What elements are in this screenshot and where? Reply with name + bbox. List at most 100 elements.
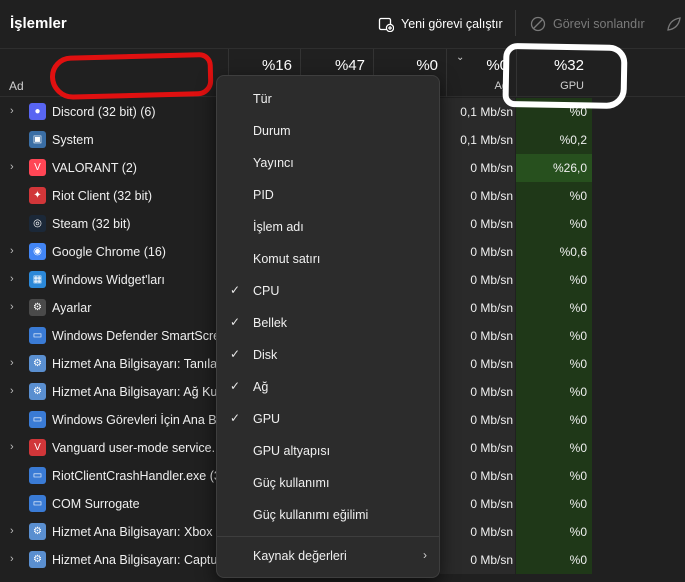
name-column-header[interactable]: Ad (9, 79, 24, 93)
run-new-task-button[interactable]: Yeni görevi çalıştır (378, 12, 503, 36)
chevron-right-icon[interactable]: › (10, 357, 14, 369)
chevron-right-icon: › (423, 548, 427, 562)
process-name: Windows Defender SmartScreen (52, 329, 220, 343)
menu-item-label: Ağ (253, 380, 269, 394)
gpu-usage-cell: %0 (516, 490, 592, 518)
window-icon: ▭ (29, 327, 46, 344)
process-name: Vanguard user-mode service. (52, 441, 216, 455)
menu-item-resource-values[interactable]: Kaynak değerleri › (217, 540, 439, 572)
system-icon: ▣ (29, 131, 46, 148)
chevron-right-icon[interactable]: › (10, 245, 14, 257)
process-name: Discord (32 bit) (6) (52, 105, 156, 119)
gpu-usage-cell: %0 (516, 462, 592, 490)
menu-item[interactable]: ✓ CPU (217, 275, 439, 307)
process-name: RiotClientCrashHandler.exe (3... (52, 469, 220, 483)
memory-total: %47 (334, 57, 365, 74)
menu-item[interactable]: ✓ GPU (217, 403, 439, 435)
chevron-right-icon[interactable]: › (10, 105, 14, 117)
chevron-right-icon[interactable]: › (10, 553, 14, 565)
chevron-right-icon[interactable]: › (10, 301, 14, 313)
process-name: System (52, 133, 94, 147)
process-name: Windows Görevleri İçin Ana Bi... (52, 413, 220, 427)
window-icon: ▭ (29, 467, 46, 484)
menu-item[interactable]: ✓ Bellek (217, 307, 439, 339)
process-name: VALORANT (2) (52, 161, 137, 175)
run-task-icon (378, 17, 394, 32)
gpu-usage-cell: %0 (516, 406, 592, 434)
gpu-usage-cell: %0 (516, 434, 592, 462)
network-usage-cell: 0 Mb/sn (440, 490, 515, 518)
window-icon: ▭ (29, 495, 46, 512)
widgets-icon: ▦ (29, 271, 46, 288)
network-usage-cell: 0 Mb/sn (440, 210, 515, 238)
chevron-right-icon[interactable]: › (10, 441, 14, 453)
gpu-usage-cell: %0 (516, 378, 592, 406)
menu-item[interactable]: Yayıncı (217, 147, 439, 179)
network-usage-cell: 0 Mb/sn (440, 154, 515, 182)
process-name: Riot Client (32 bit) (52, 189, 153, 203)
gpu-usage-cell: %0,6 (516, 238, 592, 266)
chevron-right-icon[interactable]: › (10, 273, 14, 285)
network-usage-cell: 0 Mb/sn (440, 238, 515, 266)
menu-item-label: Güç kullanımı (253, 476, 330, 490)
process-name: Hizmet Ana Bilgisayarı: Ağ Kur... (52, 385, 220, 399)
cpu-total: %16 (261, 57, 292, 74)
network-usage-cell: 0 Mb/sn (440, 518, 515, 546)
menu-item-label: GPU altyapısı (253, 444, 331, 458)
network-usage-cell: 0 Mb/sn (440, 434, 515, 462)
service-gear-icon: ⚙ (29, 523, 46, 540)
gpu-usage-cell: %0 (516, 518, 592, 546)
menu-item[interactable]: İşlem adı (217, 211, 439, 243)
network-usage-cell: 0,1 Mb/sn (440, 126, 515, 154)
process-name: Ayarlar (52, 301, 92, 315)
gpu-usage-cell: %0 (516, 210, 592, 238)
process-name: Google Chrome (16) (52, 245, 166, 259)
process-name: Hizmet Ana Bilgisayarı: Captur... (52, 553, 220, 567)
title-bar: İşlemler Yeni görevi çalıştır Görevi son… (0, 0, 685, 48)
menu-item[interactable]: Güç kullanımı (217, 467, 439, 499)
menu-item[interactable]: Tür (217, 83, 439, 115)
menu-item-label: Bellek (253, 316, 288, 330)
chevron-right-icon[interactable]: › (10, 385, 14, 397)
menu-item[interactable]: PID (217, 179, 439, 211)
process-name: Steam (32 bit) (52, 217, 131, 231)
gpu-usage-cell: %0 (516, 546, 592, 574)
page-title: İşlemler (10, 15, 67, 32)
chevron-right-icon[interactable]: › (10, 161, 14, 173)
end-task-button[interactable]: Görevi sonlandır (530, 12, 645, 36)
menu-item-label: Komut satırı (253, 252, 321, 266)
vanguard-icon: V (29, 439, 46, 456)
white-circle-annotation (502, 42, 628, 110)
menu-item[interactable]: Güç kullanımı eğilimi (217, 499, 439, 531)
service-gear-icon: ⚙ (29, 383, 46, 400)
settings-icon: ⚙ (29, 299, 46, 316)
process-name: Hizmet Ana Bilgisayarı: Xbox L... (52, 525, 220, 539)
checkmark-icon: ✓ (230, 283, 241, 297)
service-gear-icon: ⚙ (29, 551, 46, 568)
process-name: Windows Widget'ları (52, 273, 165, 287)
chevron-right-icon[interactable]: › (10, 525, 14, 537)
network-usage-cell: 0,1 Mb/sn (440, 98, 515, 126)
menu-item-label: Durum (253, 124, 291, 138)
menu-item[interactable]: ✓ Disk (217, 339, 439, 371)
network-usage-cell: 0 Mb/sn (440, 406, 515, 434)
menu-item[interactable]: ✓ Ağ (217, 371, 439, 403)
menu-item-label: Güç kullanımı eğilimi (253, 508, 369, 522)
menu-item[interactable]: Durum (217, 115, 439, 147)
menu-item[interactable]: Komut satırı (217, 243, 439, 275)
network-usage-cell: 0 Mb/sn (440, 378, 515, 406)
run-new-task-label: Yeni görevi çalıştır (401, 17, 503, 31)
process-name: Hizmet Ana Bilgisayarı: Tanıla... (52, 357, 220, 371)
network-usage-cell: 0 Mb/sn (440, 266, 515, 294)
efficiency-mode-button[interactable] (666, 12, 682, 36)
menu-divider (217, 536, 439, 537)
leaf-icon (667, 17, 681, 31)
window-icon: ▭ (29, 411, 46, 428)
toolbar-divider (515, 10, 516, 36)
network-usage-cell: 0 Mb/sn (440, 462, 515, 490)
checkmark-icon: ✓ (230, 347, 241, 361)
gpu-usage-cell: %0 (516, 266, 592, 294)
disk-total: %0 (416, 57, 438, 74)
gpu-usage-cell: %0 (516, 182, 592, 210)
menu-item[interactable]: GPU altyapısı (217, 435, 439, 467)
